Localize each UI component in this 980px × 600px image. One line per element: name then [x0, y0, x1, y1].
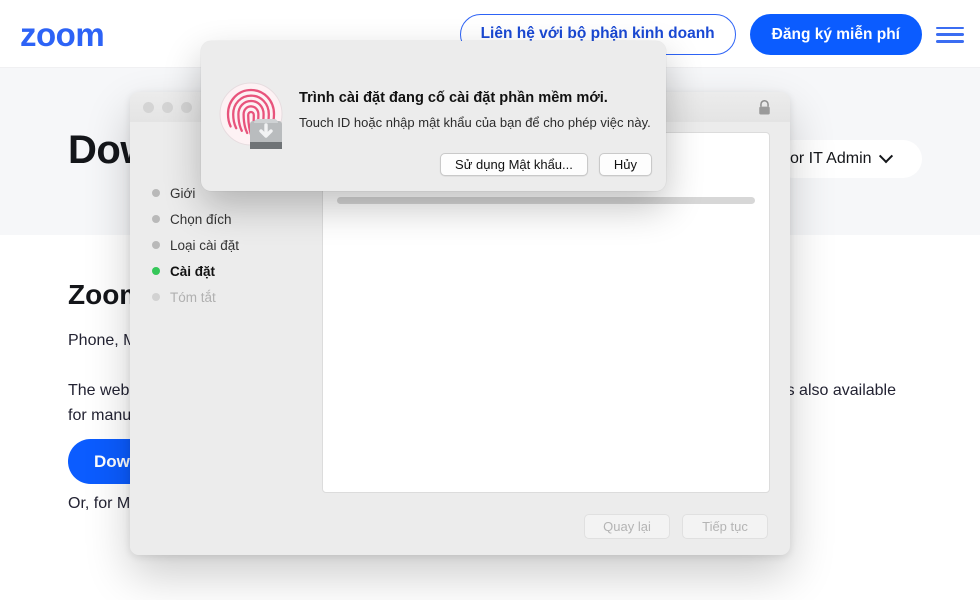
step-label: Giới	[170, 185, 196, 201]
step-dot-icon	[152, 241, 160, 249]
step-label: Chọn đích	[170, 211, 232, 227]
section-subtitle: Phone, M	[68, 332, 137, 349]
step-dot-icon	[152, 293, 160, 301]
touch-id-fingerprint-icon	[219, 82, 283, 149]
minimize-window-icon[interactable]	[162, 102, 173, 113]
auth-dialog-title: Trình cài đặt đang cố cài đặt phần mềm m…	[299, 90, 608, 106]
traffic-lights	[143, 102, 192, 113]
installer-step-4: Tóm tắt	[130, 284, 322, 310]
installer-step-2: Loại cài đặt	[130, 232, 322, 258]
zoom-window-icon[interactable]	[181, 102, 192, 113]
hamburger-menu-icon[interactable]	[936, 25, 964, 45]
chevron-down-icon	[878, 149, 893, 164]
step-label: Tóm tắt	[170, 289, 216, 305]
audience-dropdown[interactable]: or IT Admin	[774, 140, 922, 178]
installer-box-badge	[250, 119, 282, 149]
installer-continue-button[interactable]: Tiếp tục	[682, 514, 768, 539]
step-label: Cài đặt	[170, 263, 216, 279]
step-dot-icon	[152, 267, 160, 275]
installer-step-3: Cài đặt	[130, 258, 322, 284]
signup-free-button[interactable]: Đăng ký miễn phí	[749, 14, 922, 55]
screen: zoom Liên hệ với bộ phận kinh doanh Đăng…	[0, 0, 980, 600]
mac-note: Or, for Ma	[68, 495, 140, 512]
paragraph-right-fragment: is also available	[783, 382, 896, 399]
use-password-button[interactable]: Sử dụng Mật khẩu...	[440, 153, 588, 176]
step-label: Loại cài đặt	[170, 237, 240, 253]
auth-dialog-actions: Sử dụng Mật khẩu... Hủy	[440, 153, 652, 176]
step-dot-icon	[152, 215, 160, 223]
zoom-logo[interactable]: zoom	[20, 18, 105, 51]
lock-icon	[759, 100, 770, 115]
audience-dropdown-value: or IT Admin	[790, 150, 872, 167]
close-window-icon[interactable]	[143, 102, 154, 113]
step-dot-icon	[152, 189, 160, 197]
installer-step-1: Chọn đích	[130, 206, 322, 232]
install-progress-bar	[337, 197, 755, 204]
installer-back-button[interactable]: Quay lại	[584, 514, 670, 539]
auth-dialog-description: Touch ID hoặc nhập mật khẩu của bạn để c…	[299, 115, 651, 130]
installer-footer: Quay lại Tiếp tục	[584, 514, 768, 539]
cancel-button[interactable]: Hủy	[598, 153, 652, 176]
touch-id-auth-dialog: Trình cài đặt đang cố cài đặt phần mềm m…	[201, 41, 666, 191]
